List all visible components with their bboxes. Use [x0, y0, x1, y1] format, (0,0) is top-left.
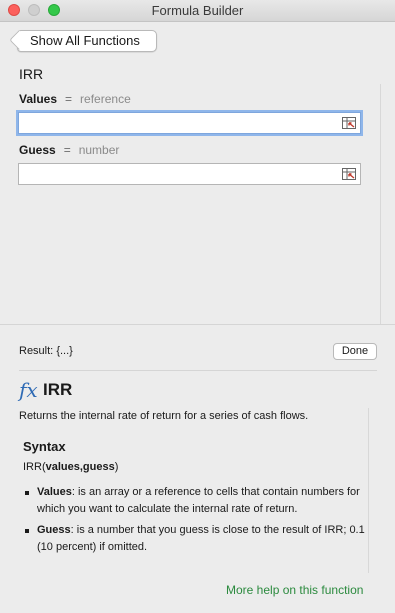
help-description: Returns the internal rate of return for … — [19, 410, 309, 422]
title-bar: Formula Builder — [0, 0, 395, 22]
bullet-icon — [25, 529, 29, 533]
cell-reference-icon[interactable] — [342, 168, 356, 180]
show-all-functions-label: Show All Functions — [30, 33, 140, 48]
done-button[interactable]: Done — [333, 343, 377, 360]
syntax-line: IRR(values,guess) — [23, 461, 118, 473]
guess-arg-label: Guess = number — [19, 143, 119, 157]
syntax-close: ) — [114, 461, 119, 473]
guess-arg-name: Guess — [19, 143, 56, 157]
values-field[interactable] — [18, 112, 361, 134]
guess-arg-equals: = — [63, 143, 71, 157]
syntax-fn: IRR( — [23, 461, 46, 473]
more-help-link[interactable]: More help on this function — [226, 583, 363, 597]
result-value: {...} — [56, 345, 73, 357]
section-divider — [0, 324, 395, 325]
window-title: Formula Builder — [151, 3, 244, 18]
syntax-heading: Syntax — [23, 439, 66, 454]
formula-builder-window: Formula Builder Show All Functions IRR V… — [0, 0, 395, 613]
bullet-text: : is an array or a reference to cells th… — [37, 486, 360, 515]
values-arg-equals: = — [65, 92, 73, 106]
values-arg-name: Values — [19, 92, 58, 106]
syntax-args: values,guess — [45, 461, 115, 473]
result-label: Result: — [19, 345, 54, 357]
function-name: IRR — [19, 66, 44, 82]
list-item: Values: is an array or a reference to ce… — [23, 484, 368, 518]
values-arg-label: Values = reference — [19, 92, 131, 106]
guess-arg-type: number — [78, 143, 120, 157]
cell-reference-icon[interactable] — [342, 117, 356, 129]
help-title: IRR — [43, 380, 73, 399]
guess-field[interactable] — [18, 163, 361, 185]
fx-icon: fx — [19, 378, 38, 402]
values-arg-type: reference — [80, 92, 131, 106]
arguments-scroll-track[interactable] — [380, 84, 381, 324]
bullet-icon — [25, 491, 29, 495]
result-display: Result: {...} — [19, 345, 73, 357]
guess-input[interactable] — [19, 164, 329, 184]
list-item: Guess: is a number that you guess is clo… — [23, 522, 368, 556]
help-divider — [19, 370, 377, 371]
values-input[interactable] — [19, 113, 329, 133]
bullet-text: : is a number that you guess is close to… — [37, 524, 365, 553]
show-all-functions-button[interactable]: Show All Functions — [9, 30, 157, 52]
chevron-left-icon — [9, 30, 29, 50]
bullet-term: Values — [37, 486, 72, 498]
bullet-term: Guess — [37, 524, 71, 536]
help-scroll-track[interactable] — [368, 408, 369, 573]
